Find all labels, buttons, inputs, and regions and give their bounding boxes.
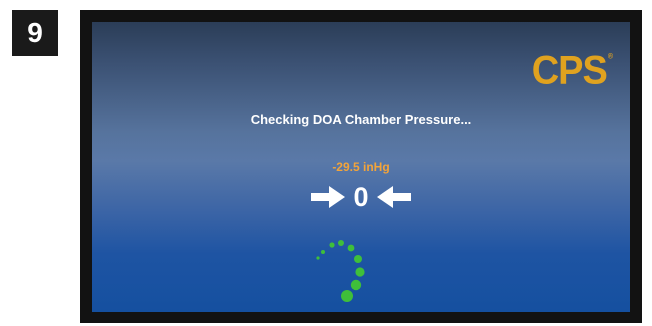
arrow-left-icon	[376, 186, 411, 208]
status-title: Checking DOA Chamber Pressure...	[250, 112, 472, 127]
instruction-figure: 9 CPS® Checking DOA Chamber Pressure... …	[0, 0, 652, 326]
zero-value: 0	[353, 181, 369, 212]
pressure-reading: -29.5 inHg	[332, 160, 390, 174]
spinner-icon	[316, 232, 396, 312]
zero-indicator: 0	[92, 180, 630, 214]
cps-logo: CPS®	[531, 48, 613, 94]
step-number-badge: 9	[12, 10, 58, 56]
arrow-right-icon	[311, 186, 346, 208]
logo-text: CPS	[531, 48, 608, 94]
device-bezel: CPS® Checking DOA Chamber Pressure... -2…	[80, 10, 642, 323]
device-screen: CPS® Checking DOA Chamber Pressure... -2…	[92, 22, 630, 312]
trademark-mark: ®	[607, 53, 613, 61]
